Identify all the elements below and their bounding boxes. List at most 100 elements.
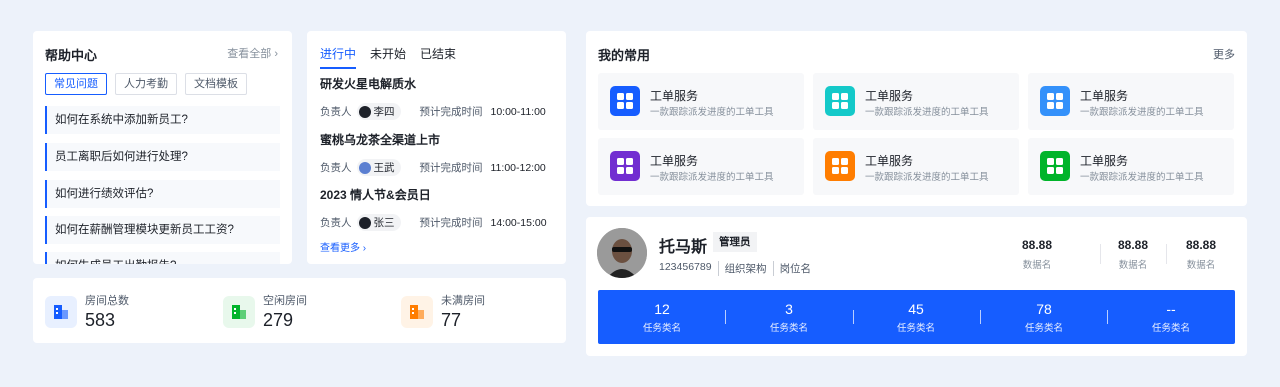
room-stat-total: 房间总数 583 <box>45 292 129 331</box>
app-name: 工单服务 <box>650 89 699 103</box>
app-shortcut[interactable]: 工单服务 一款跟踪派发进度的工单工具 <box>1028 138 1234 195</box>
owner-label: 负责人 <box>320 217 352 229</box>
app-desc: 一款跟踪派发进度的工单工具 <box>650 172 774 183</box>
summary-label: 任务类名 <box>1024 323 1063 334</box>
app-name: 工单服务 <box>650 154 699 168</box>
summary-value: 78 <box>1036 301 1052 317</box>
divider <box>1107 310 1108 324</box>
avatar <box>358 161 371 174</box>
app-grid-icon <box>1040 86 1070 116</box>
avatar <box>597 228 647 278</box>
app-name: 工单服务 <box>865 154 914 168</box>
summary-label: 任务类名 <box>769 323 808 334</box>
view-more-link[interactable]: 查看更多 › <box>320 239 366 254</box>
avatar <box>358 105 371 118</box>
app-shortcut[interactable]: 工单服务 一款跟踪派发进度的工单工具 <box>598 73 804 130</box>
favorites-card: 我的常用 更多 工单服务 一款跟踪派发进度的工单工具 工单服务 一款跟踪派发进度… <box>586 31 1247 206</box>
room-label: 未满房间 <box>441 295 485 307</box>
task-summary-item: 12 任务类名 <box>612 301 712 334</box>
app-grid-icon <box>825 151 855 181</box>
tab-not-started[interactable]: 未开始 <box>370 45 406 69</box>
task-meta: 负责人 王武 预计完成时间 11:00-12:00 <box>320 159 560 176</box>
task-name: 2023 情人节&会员日 <box>320 188 431 202</box>
owner-name: 王武 <box>373 162 395 174</box>
stat-label: 数据名 <box>1118 260 1148 271</box>
tab-in-progress[interactable]: 进行中 <box>320 45 357 69</box>
building-icon <box>45 295 77 328</box>
divider <box>1100 244 1101 264</box>
due-time: 14:00-15:00 <box>490 216 547 229</box>
task-meta: 负责人 张三 预计完成时间 14:00-15:00 <box>320 214 560 231</box>
app-name: 工单服务 <box>1080 89 1129 103</box>
rooms-card: 房间总数 583 空闲房间 279 未满房间 77 <box>33 278 566 343</box>
app-name: 工单服务 <box>865 89 914 103</box>
tag-faq[interactable]: 常见问题 <box>45 73 107 95</box>
tag-templates[interactable]: 文档模板 <box>185 73 247 95</box>
owner-label: 负责人 <box>320 106 352 118</box>
profile-stat: 88.88 数据名 <box>1103 238 1163 271</box>
tasks-card: 进行中 未开始 已结束 研发火星电解质水 负责人 李四 预计完成时间 10:00… <box>307 31 566 264</box>
due-label: 预计完成时间 <box>419 106 483 118</box>
stat-value: 88.88 <box>1185 238 1217 252</box>
profile-stat: 88.88 数据名 <box>1171 238 1231 271</box>
app-grid-icon <box>610 86 640 116</box>
room-label: 房间总数 <box>85 295 129 307</box>
faq-item[interactable]: 如何进行绩效评估? <box>45 180 280 208</box>
role-badge: 管理员 <box>713 232 757 252</box>
room-value: 583 <box>85 310 116 330</box>
app-shortcut[interactable]: 工单服务 一款跟踪派发进度的工单工具 <box>813 138 1019 195</box>
task-name: 蜜桃乌龙茶全渠道上市 <box>320 133 441 147</box>
building-icon <box>401 295 433 328</box>
favorites-title: 我的常用 <box>598 48 651 63</box>
owner-chip: 张三 <box>356 214 401 231</box>
app-desc: 一款跟踪派发进度的工单工具 <box>1080 172 1204 183</box>
task-summary-item: -- 任务类名 <box>1121 301 1221 334</box>
app-shortcut[interactable]: 工单服务 一款跟踪派发进度的工单工具 <box>598 138 804 195</box>
app-shortcut[interactable]: 工单服务 一款跟踪派发进度的工单工具 <box>1028 73 1234 130</box>
help-tag-group: 常见问题 人力考勤 文档模板 <box>45 73 247 95</box>
app-desc: 一款跟踪派发进度的工单工具 <box>865 172 989 183</box>
app-desc: 一款跟踪派发进度的工单工具 <box>865 107 989 118</box>
room-value: 279 <box>263 310 294 330</box>
user-name: 托马斯 <box>659 239 708 256</box>
owner-label: 负责人 <box>320 162 352 174</box>
room-stat-partial: 未满房间 77 <box>401 292 485 331</box>
app-name: 工单服务 <box>1080 154 1129 168</box>
task-item[interactable]: 蜜桃乌龙茶全渠道上市 负责人 王武 预计完成时间 11:00-12:00 <box>320 131 560 176</box>
help-center-card: 帮助中心 查看全部 › 常见问题 人力考勤 文档模板 如何在系统中添加新员工? … <box>33 31 292 264</box>
owner-chip: 李四 <box>356 103 401 120</box>
building-icon <box>223 295 255 328</box>
app-desc: 一款跟踪派发进度的工单工具 <box>1080 107 1204 118</box>
stat-value: 88.88 <box>1117 238 1149 252</box>
app-shortcut[interactable]: 工单服务 一款跟踪派发进度的工单工具 <box>813 73 1019 130</box>
task-meta: 负责人 李四 预计完成时间 10:00-11:00 <box>320 103 560 120</box>
faq-item[interactable]: 如何在薪酬管理模块更新员工工资? <box>45 216 280 244</box>
avatar <box>358 216 371 229</box>
due-label: 预计完成时间 <box>419 217 483 229</box>
divider <box>980 310 981 324</box>
faq-item[interactable]: 如何生成员工出勤报告? <box>45 252 280 264</box>
faq-item[interactable]: 员工离职后如何进行处理? <box>45 143 280 171</box>
summary-value: 12 <box>654 301 670 317</box>
faq-item[interactable]: 如何在系统中添加新员工? <box>45 106 280 134</box>
stat-value: 88.88 <box>1021 238 1053 252</box>
task-item[interactable]: 研发火星电解质水 负责人 李四 预计完成时间 10:00-11:00 <box>320 75 560 120</box>
task-name: 研发火星电解质水 <box>320 77 417 91</box>
summary-label: 任务类名 <box>1151 323 1190 334</box>
app-grid-icon <box>1040 151 1070 181</box>
task-item[interactable]: 2023 情人节&会员日 负责人 张三 预计完成时间 14:00-15:00 <box>320 186 560 231</box>
favorites-more-link[interactable]: 更多 <box>1213 46 1235 62</box>
due-label: 预计完成时间 <box>419 162 483 174</box>
summary-label: 任务类名 <box>896 323 935 334</box>
profile-stat: 88.88 数据名 <box>1007 238 1067 271</box>
divider <box>725 310 726 324</box>
task-tabs: 进行中 未开始 已结束 <box>320 45 456 69</box>
tab-finished[interactable]: 已结束 <box>420 45 456 69</box>
task-summary-item: 78 任务类名 <box>994 301 1094 334</box>
room-stat-free: 空闲房间 279 <box>223 292 307 331</box>
task-summary-item: 45 任务类名 <box>866 301 966 334</box>
task-summary-bar: 12 任务类名 3 任务类名 45 任务类名 78 任务类名 -- 任务类名 <box>598 290 1235 344</box>
tag-attendance[interactable]: 人力考勤 <box>115 73 177 95</box>
stat-label: 数据名 <box>1186 260 1216 271</box>
view-all-link[interactable]: 查看全部 › <box>227 45 278 61</box>
